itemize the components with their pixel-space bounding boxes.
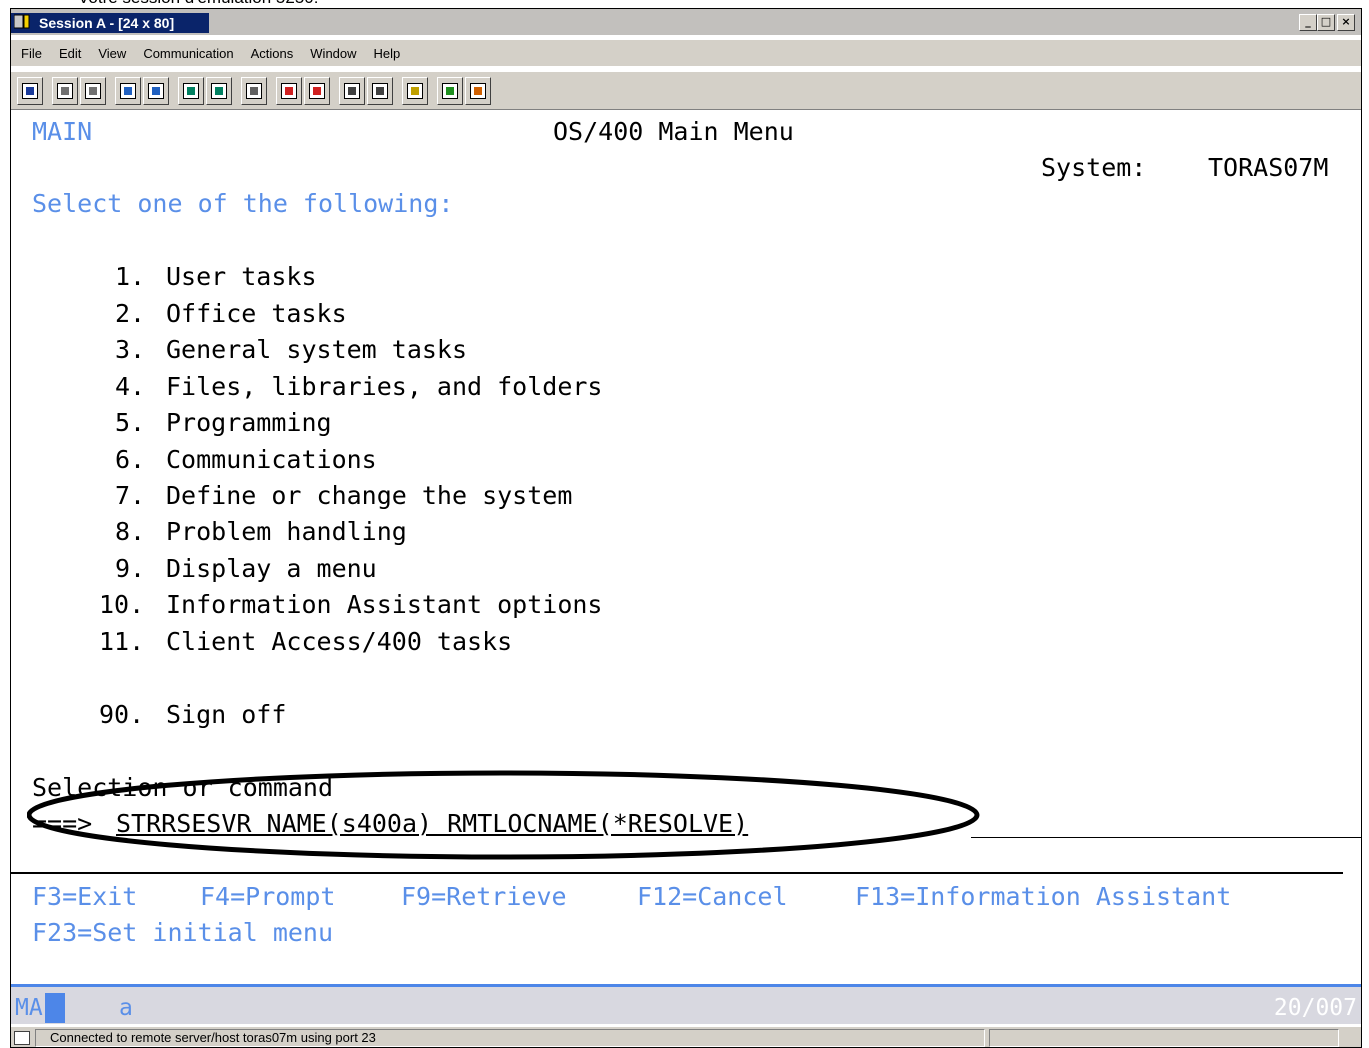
option-number: 2. [115,299,146,328]
oia-mode: MA [15,991,65,1023]
option-office-tasks: Office tasks [166,299,347,328]
keypad-icon[interactable] [206,76,232,105]
screen-title: OS/400 Main Menu [553,117,794,146]
minimize-button[interactable]: _ [1299,14,1317,31]
support-icon[interactable] [437,76,463,105]
toolbar-group-transfer [115,76,171,105]
status-panel [989,1029,1339,1047]
window-buttons: _ □ × [1299,14,1355,31]
fkey-set-initial-menu[interactable]: F23=Set initial menu [32,918,333,948]
toolbar-group-notes [402,76,430,105]
app-icon [14,14,30,29]
menu-actions[interactable]: Actions [251,46,294,61]
emulator-window: Session A - [24 x 80] _ □ × File Edit Vi… [10,8,1362,1048]
terminal-screen[interactable]: MAIN OS/400 Main Menu System: TORAS07M S… [11,111,1361,984]
toolbar-group-record [276,76,332,105]
option-files-libraries: Files, libraries, and folders [166,372,603,401]
receive-icon[interactable] [143,76,169,105]
option-number: 1. [115,262,146,291]
option-number: 3. [115,335,146,364]
option-number: 7. [115,481,146,510]
option-programming: Programming [166,408,332,437]
option-number: 5. [115,408,146,437]
header-caption: Votre session d'émulation 5250: [78,0,318,8]
oia-cursor-block [45,993,65,1023]
option-number: 4. [115,372,146,401]
option-number: 9. [115,554,146,583]
option-sign-off: Sign off [166,700,287,729]
fkey-retrieve[interactable]: F9=Retrieve [401,882,567,912]
separator-line [11,872,1343,874]
macro-icon[interactable] [241,76,267,105]
toolbar-group-macro [241,76,269,105]
option-number: 90. [99,700,145,729]
option-client-access: Client Access/400 tasks [166,627,513,656]
menu-bar: File Edit View Communication Actions Win… [11,40,1361,66]
option-number: 6. [115,445,146,474]
fkey-information-assistant[interactable]: F13=Information Assistant [855,882,1231,912]
menu-help[interactable]: Help [374,46,401,61]
option-information-assistant: Information Assistant options [166,590,603,619]
status-message: Connected to remote server/host toras07m… [35,1029,985,1047]
maximize-button[interactable]: □ [1317,14,1335,31]
clipboard-icon[interactable] [402,76,428,105]
operator-info-area: MA a 20/007 [11,984,1361,1024]
help-icon[interactable] [465,76,491,105]
menu-edit[interactable]: Edit [59,46,81,61]
option-communications: Communications [166,445,377,474]
close-button[interactable]: × [1337,14,1355,31]
option-number: 10. [99,590,145,619]
window-title: Session A - [24 x 80] [11,13,209,33]
menu-window[interactable]: Window [310,46,356,61]
option-general-system-tasks: General system tasks [166,335,468,364]
menu-id: MAIN [32,117,93,146]
oia-cursor-position: 20/007 [1273,995,1357,1021]
run-icon[interactable] [367,76,393,105]
option-problem-handling: Problem handling [166,517,407,546]
option-display-menu: Display a menu [166,554,377,583]
stop-macro-icon[interactable] [339,76,365,105]
status-bar: Connected to remote server/host toras07m… [11,1027,1361,1047]
fkey-cancel[interactable]: F12=Cancel [637,882,788,912]
menu-view[interactable]: View [98,46,126,61]
fkey-prompt[interactable]: F4=Prompt [200,882,335,912]
option-number: 8. [115,517,146,546]
paste-icon[interactable] [80,76,106,105]
oia-session: a [119,995,133,1021]
oia-mode-text: MA [15,995,43,1021]
toolbar-group-clipboard [52,76,108,105]
menu-file[interactable]: File [21,46,42,61]
option-user-tasks: User tasks [166,262,317,291]
menu-communication[interactable]: Communication [143,46,233,61]
toolbar-group-help [437,76,493,105]
toolbar-group-run [339,76,395,105]
command-field-underline [971,837,1361,838]
select-prompt: Select one of the following: [32,189,454,218]
annotation-ellipse [27,770,980,860]
record-macro-icon[interactable] [276,76,302,105]
page-header-text: Votre session d'émulation 5250: [0,0,1369,8]
send-icon[interactable] [115,76,141,105]
option-define-system: Define or change the system [166,481,573,510]
play-macro-icon[interactable] [304,76,330,105]
option-number: 11. [99,627,145,656]
toolbar-group-print [17,76,45,105]
copy-icon[interactable] [52,76,78,105]
fkey-exit[interactable]: F3=Exit [32,882,137,912]
system-label: System: [1041,153,1147,182]
display-icon[interactable] [178,76,204,105]
toolbar-group-display [178,76,234,105]
connection-icon [14,1031,30,1045]
system-name: TORAS07M [1208,153,1329,182]
title-bar[interactable]: Session A - [24 x 80] _ □ × [11,9,1361,35]
toolbar [11,72,1361,110]
print-screen-icon[interactable] [17,76,43,105]
